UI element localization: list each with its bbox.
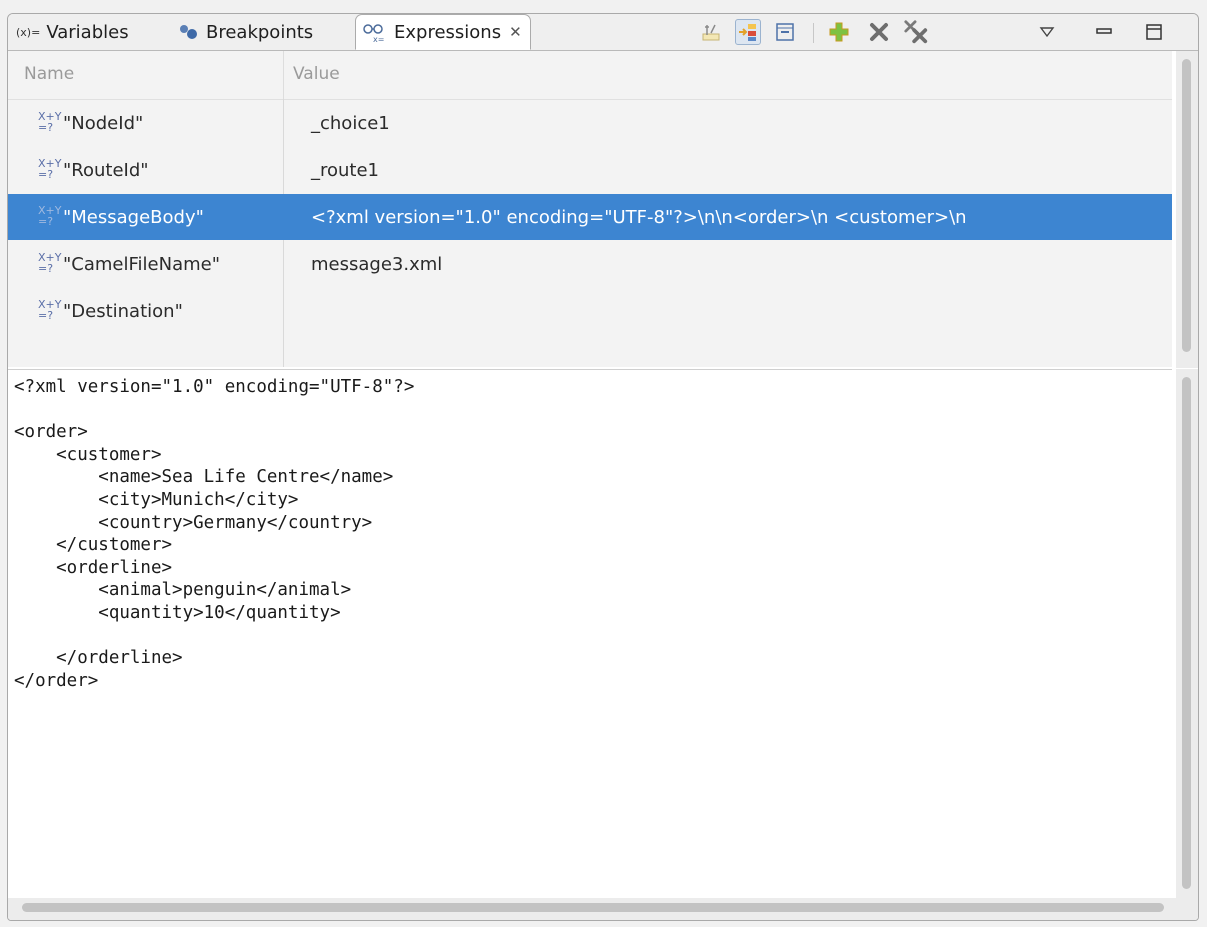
expression-name: "NodeId" (63, 112, 144, 134)
breakpoints-icon (178, 23, 200, 41)
expression-icon: X+Y =? (38, 158, 61, 182)
tab-label: Variables (46, 21, 129, 43)
expression-icon: X+Y =? (38, 111, 61, 135)
table-row[interactable]: X+Y =? "Destination" (8, 288, 1172, 334)
detail-text[interactable]: <?xml version="1.0" encoding="UTF-8"?> <… (14, 376, 414, 692)
table-row[interactable]: X+Y =? "NodeId" _choice1 (8, 100, 1172, 146)
scrollbar-thumb[interactable] (22, 903, 1164, 912)
show-logical-structure-icon[interactable] (735, 19, 761, 45)
table-header: Name Value (8, 51, 1172, 100)
expression-value-cell: message3.xml (311, 253, 443, 275)
tab-breakpoints[interactable]: Breakpoints (178, 14, 313, 50)
expression-name-cell: X+Y =? "Destination" (38, 299, 283, 323)
expression-icon-bottom: =? (38, 121, 54, 134)
tab-expressions[interactable]: x= Expressions ✕ (355, 14, 531, 50)
remove-expression-icon[interactable] (866, 19, 892, 45)
close-tab-icon[interactable]: ✕ (509, 23, 522, 41)
svg-text:x=: x= (373, 35, 384, 43)
show-type-names-icon[interactable] (698, 19, 724, 45)
scrollbar-corner (1176, 898, 1198, 920)
add-expression-icon[interactable] (826, 19, 852, 45)
table-row[interactable]: X+Y =? "RouteId" _route1 (8, 147, 1172, 193)
maximize-icon[interactable] (1141, 19, 1167, 45)
expression-value-cell: _route1 (311, 159, 380, 181)
column-divider[interactable] (283, 51, 284, 99)
expression-name: "Destination" (63, 300, 183, 322)
expression-icon-bottom: =? (38, 168, 54, 181)
remove-all-expressions-icon[interactable] (903, 19, 929, 45)
expressions-icon: x= (362, 21, 388, 43)
expression-name-cell: X+Y =? "NodeId" (38, 111, 283, 135)
expression-icon-bottom: =? (38, 309, 54, 322)
expression-name: "RouteId" (63, 159, 149, 181)
expression-icon-bottom: =? (38, 215, 54, 228)
scrollbar-thumb[interactable] (1182, 59, 1191, 352)
expression-name: "CamelFileName" (63, 253, 220, 275)
expressions-view: (x)= Variables Breakpoints x= Expression… (7, 13, 1199, 921)
expression-name-cell: X+Y =? "CamelFileName" (38, 252, 283, 276)
variables-icon: (x)= (16, 25, 41, 39)
tab-label: Breakpoints (206, 21, 314, 43)
expression-value-cell: _choice1 (311, 112, 390, 134)
table-row[interactable]: X+Y =? "CamelFileName" message3.xml (8, 241, 1172, 287)
expression-name: "MessageBody" (63, 206, 204, 228)
expression-name-cell: X+Y =? "RouteId" (38, 158, 283, 182)
expression-value-cell: <?xml version="1.0" encoding="UTF-8"?>\n… (311, 206, 967, 228)
expression-icon-bottom: =? (38, 262, 54, 275)
view-tab-bar: (x)= Variables Breakpoints x= Expression… (8, 14, 1198, 51)
expressions-table: Name Value X+Y =? "NodeId" _choice1 X+Y =? "Ro… (8, 51, 1172, 367)
detail-vertical-scrollbar[interactable] (1176, 369, 1198, 899)
toolbar-separator (813, 23, 814, 43)
tab-label: Expressions (394, 21, 502, 43)
expression-icon: X+Y =? (38, 299, 61, 323)
minimize-icon[interactable] (1091, 19, 1117, 45)
column-header-name[interactable]: Name (24, 64, 74, 84)
detail-horizontal-scrollbar[interactable] (8, 898, 1178, 920)
detail-pane[interactable]: <?xml version="1.0" encoding="UTF-8"?> <… (8, 369, 1172, 897)
expression-icon: X+Y =? (38, 252, 61, 276)
column-header-value[interactable]: Value (293, 64, 340, 84)
table-row[interactable]: X+Y =? "MessageBody" <?xml version="1.0" en… (8, 194, 1172, 240)
scrollbar-thumb[interactable] (1182, 377, 1191, 889)
expression-icon: X+Y =? (38, 205, 61, 229)
collapse-all-icon[interactable] (772, 19, 798, 45)
view-menu-icon[interactable] (1034, 19, 1060, 45)
expression-name-cell: X+Y =? "MessageBody" (38, 205, 283, 229)
tab-variables[interactable]: (x)= Variables (16, 14, 129, 50)
table-vertical-scrollbar[interactable] (1176, 51, 1198, 368)
